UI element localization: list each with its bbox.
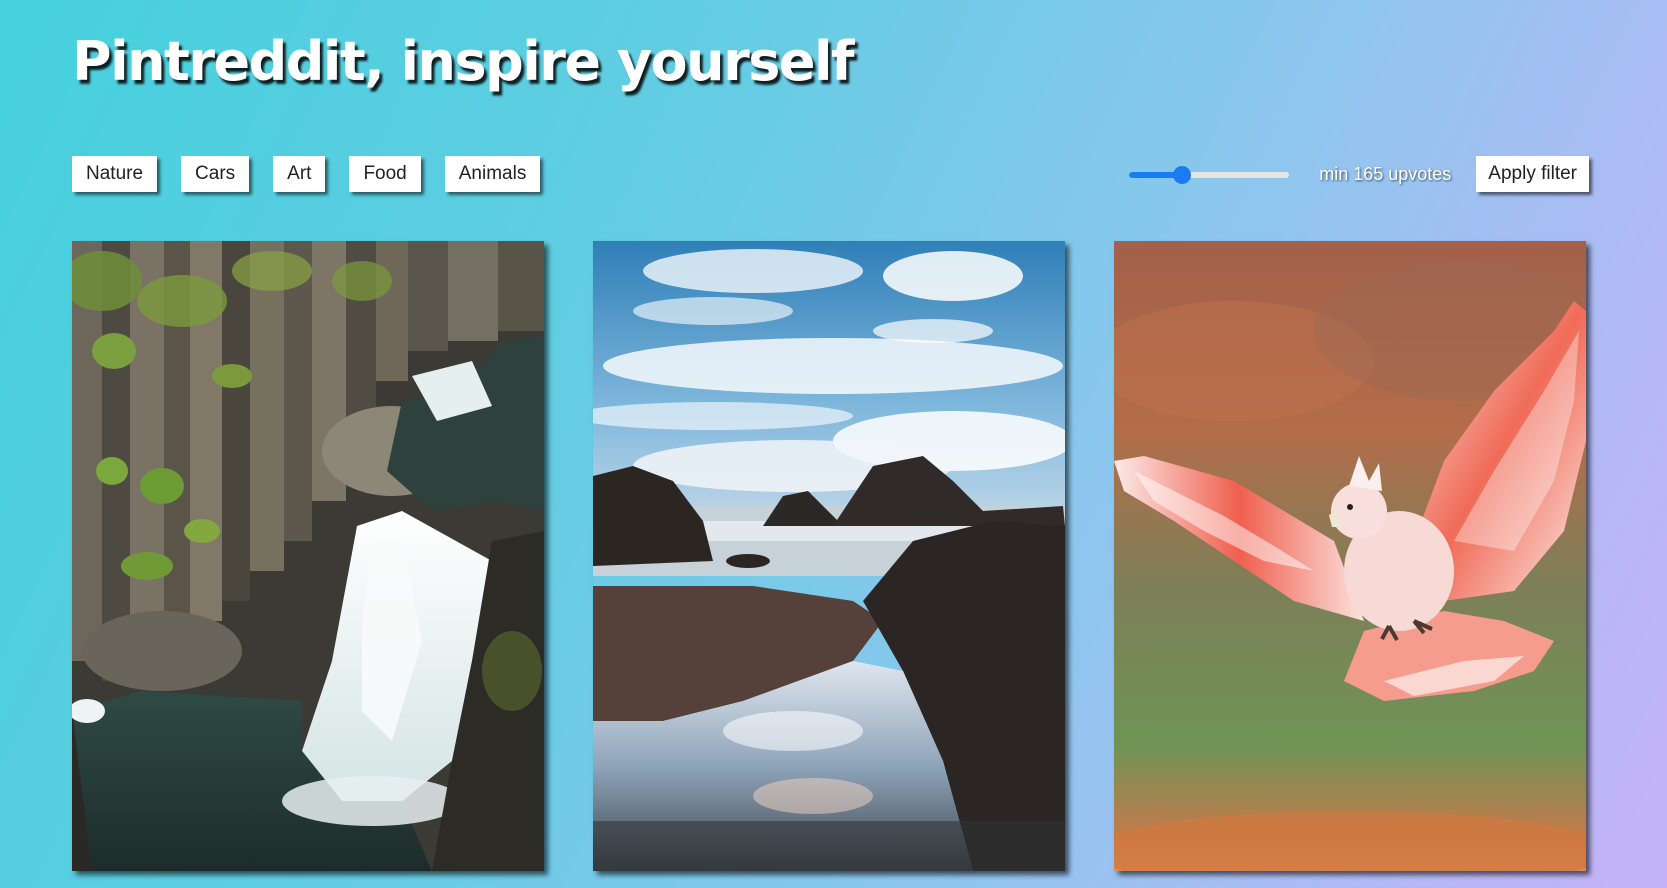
waterfall-photo: [72, 241, 544, 871]
coast-photo: [593, 241, 1065, 871]
gallery-image-waterfall[interactable]: [72, 241, 544, 871]
category-button-nature[interactable]: Nature: [72, 156, 158, 192]
slider-thumb[interactable]: [1173, 166, 1191, 184]
category-button-cars[interactable]: Cars: [181, 156, 250, 192]
cockatoo-photo: [1114, 241, 1586, 871]
upvote-slider[interactable]: [1129, 164, 1290, 184]
slider-track: [1129, 172, 1290, 178]
category-filter-bar: Nature Cars Art Food Animals: [72, 156, 541, 192]
page-title: Pintreddit, inspire yourself: [72, 30, 855, 93]
apply-filter-button[interactable]: Apply filter: [1476, 156, 1589, 192]
category-button-animals[interactable]: Animals: [444, 156, 541, 192]
upvote-filter-bar: min 165 upvotes Apply filter: [1129, 156, 1589, 192]
category-button-food[interactable]: Food: [349, 156, 421, 192]
min-upvotes-label: min 165 upvotes: [1319, 163, 1452, 184]
gallery-image-cockatoo[interactable]: [1114, 241, 1586, 871]
image-gallery: [72, 241, 1586, 871]
gallery-image-coast[interactable]: [593, 241, 1065, 871]
category-button-art[interactable]: Art: [273, 156, 326, 192]
